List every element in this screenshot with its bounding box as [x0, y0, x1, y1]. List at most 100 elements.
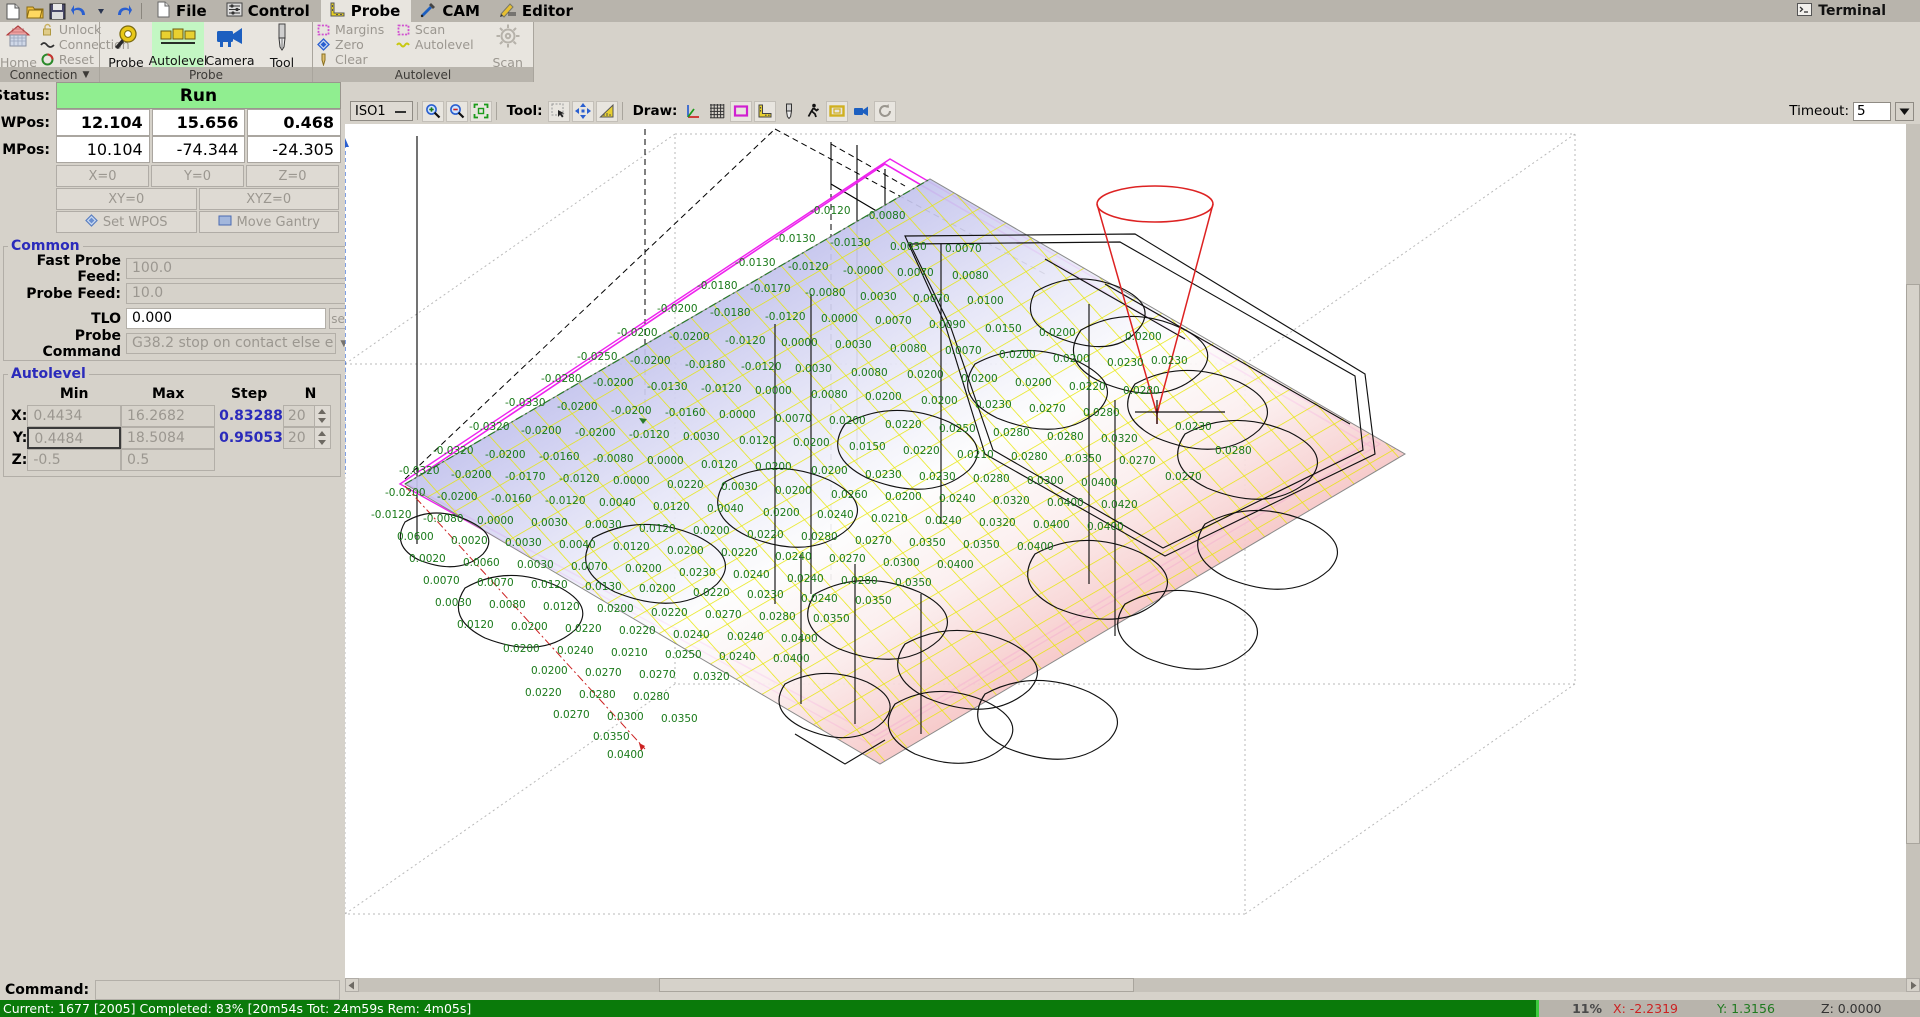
zoom-fit-icon[interactable] [470, 101, 492, 122]
wpos-z-value[interactable]: 0.468 [247, 109, 341, 136]
wpos-x-value[interactable]: 12.104 [56, 109, 150, 136]
zero-y-button[interactable]: Y=0 [151, 165, 244, 187]
svg-text:-0.0160: -0.0160 [539, 451, 580, 463]
svg-text:0.0280: 0.0280 [759, 611, 796, 623]
menu-tab-cam[interactable]: CAM [411, 0, 491, 22]
tlo-input[interactable]: 0.000 [126, 308, 326, 329]
zoom-in-icon[interactable] [422, 101, 444, 122]
svg-text:0.0200: 0.0200 [1039, 327, 1076, 339]
menu-tab-editor[interactable]: Editor [491, 0, 584, 22]
fast-probe-feed-input[interactable]: 100.0 [126, 258, 351, 279]
ruler-angle-icon[interactable] [596, 101, 618, 122]
hscroll-thumb[interactable] [659, 978, 1134, 992]
select-icon[interactable] [548, 101, 570, 122]
margins-button[interactable]: Margins [313, 22, 393, 37]
open-folder-icon[interactable] [25, 2, 45, 21]
chevron-down-icon[interactable] [1895, 102, 1914, 121]
timeout-input[interactable]: 5 [1853, 102, 1891, 121]
zero-button[interactable]: Zero [313, 37, 393, 52]
probe-button[interactable]: Probe [100, 22, 152, 67]
chevron-up-icon[interactable] [318, 431, 326, 436]
scroll-left-icon[interactable] [345, 978, 359, 992]
svg-text:-0.0200: -0.0200 [657, 303, 698, 315]
undo-dropdown-icon[interactable] [91, 2, 111, 21]
autolevel-x-min-input[interactable]: 0.4434 [27, 405, 121, 427]
command-input[interactable] [95, 980, 340, 1000]
hscroll-track[interactable] [359, 978, 1906, 992]
undo-icon[interactable] [69, 2, 89, 21]
autolevel-small-button[interactable]: Autolevel [393, 37, 483, 52]
zero-xyz-button[interactable]: XYZ=0 [199, 188, 340, 210]
svg-text:0.0070: 0.0070 [945, 243, 982, 255]
scroll-right-icon[interactable] [1906, 978, 1920, 992]
svg-text:0.0210: 0.0210 [871, 513, 908, 525]
move-icon[interactable] [572, 101, 594, 122]
autolevel-z-max-input[interactable]: 0.5 [121, 449, 215, 471]
menu-tab-control[interactable]: Control [218, 0, 321, 22]
svg-text:0.0030: 0.0030 [531, 517, 568, 529]
probe-ruler-icon[interactable] [754, 101, 776, 122]
zero-xy-button[interactable]: XY=0 [56, 188, 197, 210]
zero-icon [316, 38, 331, 51]
autolevel-y-n-value[interactable]: 20 [283, 427, 315, 449]
autolevel-y-n-buttons[interactable] [315, 427, 331, 449]
axes-icon[interactable] [682, 101, 704, 122]
new-file-icon[interactable] [3, 2, 23, 21]
autolevel-button[interactable]: Autolevel [152, 22, 204, 67]
gcode-3d-viewport[interactable]: -0.0120-0.0080 -0.0130-0.01300.00300.007… [345, 124, 1920, 978]
autolevel-x-n-buttons[interactable] [315, 405, 331, 427]
clear-button[interactable]: Clear [313, 52, 393, 67]
tool-button[interactable]: Tool [256, 22, 308, 67]
svg-text:-0.0130: -0.0130 [775, 233, 816, 245]
svg-text:0.0200: 0.0200 [1053, 353, 1090, 365]
zero-z-button[interactable]: Z=0 [246, 165, 339, 187]
autolevel-y-n-stepper[interactable]: 20 [283, 427, 338, 449]
svg-text:0.0300: 0.0300 [1027, 475, 1064, 487]
zero-x-button[interactable]: X=0 [56, 165, 149, 187]
autolevel-y-min-input[interactable]: 0.4484 [27, 427, 121, 449]
terminal-label[interactable]: Terminal [1818, 3, 1920, 19]
autolevel-z-min-input[interactable]: -0.5 [27, 449, 121, 471]
margins-box-icon[interactable] [730, 101, 752, 122]
autolevel-x-n-stepper[interactable]: 20 [283, 405, 338, 427]
set-wpos-button[interactable]: Set WPOS [56, 211, 197, 233]
camera-button[interactable]: Camera [204, 22, 256, 67]
wpos-y-value[interactable]: 15.656 [152, 109, 246, 136]
probe-command-combo[interactable]: G38.2 stop on contact else e [126, 333, 352, 354]
workarea-icon[interactable] [826, 101, 848, 122]
camera-view-icon[interactable] [850, 101, 872, 122]
scan-big-button[interactable]: Scan [482, 22, 533, 67]
autolevel-x-n-value[interactable]: 20 [283, 405, 315, 427]
mpos-z-value: -24.305 [247, 136, 341, 163]
svg-text:0.0260: 0.0260 [831, 489, 868, 501]
svg-text:0.0270: 0.0270 [639, 669, 676, 681]
menu-tab-file[interactable]: File [148, 0, 218, 22]
svg-text:0.0200: 0.0200 [921, 395, 958, 407]
scan-small-button[interactable]: Scan [393, 22, 483, 37]
refresh-icon[interactable] [874, 101, 896, 122]
view-selector[interactable]: ISO1 [350, 101, 413, 121]
grid-icon[interactable] [706, 101, 728, 122]
home-button[interactable]: Home [0, 22, 37, 67]
gear-scan-icon [493, 23, 523, 55]
autolevel-x-max-input[interactable]: 16.2682 [121, 405, 215, 427]
svg-text:0.0230: 0.0230 [865, 469, 902, 481]
probe-feed-input[interactable]: 10.0 [126, 283, 351, 304]
canvas-vertical-scrollbar[interactable] [1906, 124, 1920, 978]
chevron-down-icon[interactable] [318, 440, 326, 445]
endmill-icon[interactable] [778, 101, 800, 122]
ribbon-group-connection-title[interactable]: Connection ▼ [0, 67, 99, 82]
zoom-out-icon[interactable] [446, 101, 468, 122]
move-gantry-button[interactable]: Move Gantry [199, 211, 340, 233]
autolevel-y-max-input[interactable]: 18.5084 [121, 427, 215, 449]
svg-text:0.0230: 0.0230 [1151, 355, 1188, 367]
menu-tab-probe[interactable]: Probe [321, 0, 412, 22]
vscroll-thumb[interactable] [1906, 284, 1920, 844]
canvas-horizontal-scrollbar[interactable] [345, 978, 1920, 992]
chevron-up-icon[interactable] [318, 409, 326, 414]
rapid-move-icon[interactable] [802, 101, 824, 122]
svg-text:0.0270: 0.0270 [1119, 455, 1156, 467]
redo-icon[interactable] [113, 2, 133, 21]
save-icon[interactable] [47, 2, 67, 21]
chevron-down-icon[interactable] [318, 418, 326, 423]
